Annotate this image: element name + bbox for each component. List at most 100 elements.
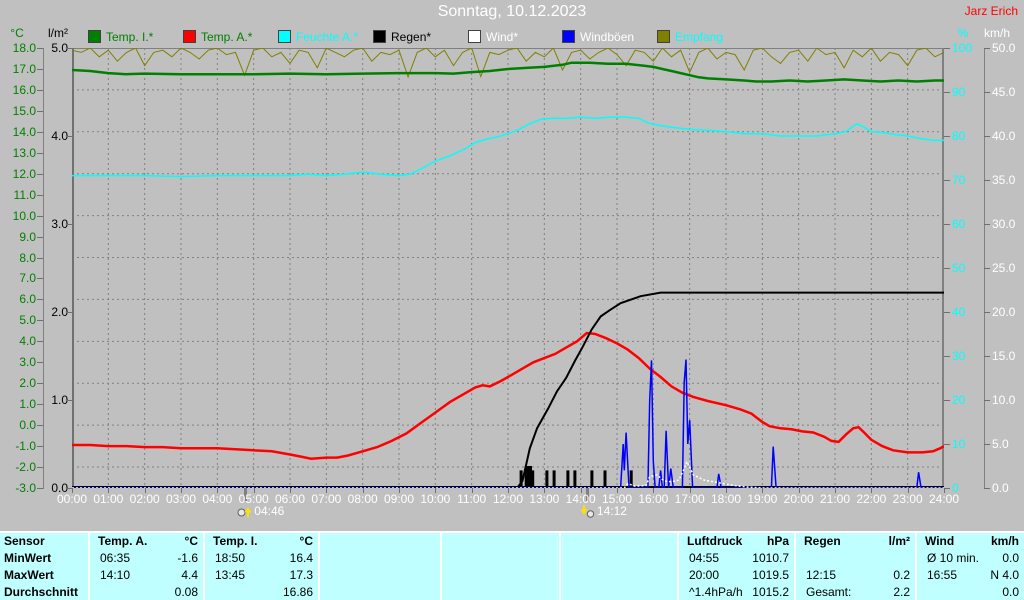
table-cell-row2-time: 20:00 bbox=[689, 567, 719, 584]
legend-item-5: Wind* bbox=[468, 30, 518, 43]
pct-tick-label: 10 bbox=[952, 438, 978, 450]
rain-bar bbox=[520, 470, 523, 487]
degc-tick-label: 2.0 bbox=[0, 377, 36, 389]
kmh-tick-label: 35.0 bbox=[992, 174, 1022, 186]
legend-item-4: Regen* bbox=[373, 30, 431, 43]
degc-tick-label: -1.0 bbox=[0, 440, 36, 452]
pct-tick-label-tick bbox=[944, 312, 950, 313]
time-tick-label: 00:00 bbox=[53, 492, 91, 506]
degc-tick-label: 7.0 bbox=[0, 272, 36, 284]
legend-swatch bbox=[562, 30, 575, 43]
pct-tick-label: 30 bbox=[952, 350, 978, 362]
degc-tick-label-tick bbox=[37, 425, 43, 426]
table-cell-row3 bbox=[561, 584, 677, 600]
time-tick-label: 06:00 bbox=[271, 492, 309, 506]
kmh-tick-label-tick bbox=[984, 224, 990, 225]
table-cell-row1-time: Ø 10 min. bbox=[927, 550, 979, 567]
table-cell-row1-time: 04:55 bbox=[689, 550, 719, 567]
pct-tick-label: 100 bbox=[952, 42, 978, 54]
legend-swatch bbox=[183, 30, 196, 43]
table-header-cell bbox=[442, 533, 559, 550]
table-header-cell-time: Temp. A. bbox=[98, 533, 147, 550]
table-cell-row1-time: 06:35 bbox=[100, 550, 130, 567]
time-tick bbox=[145, 488, 146, 493]
rain-bar bbox=[531, 470, 534, 487]
time-tick bbox=[217, 488, 218, 493]
time-tick bbox=[581, 488, 582, 493]
legend-swatch bbox=[468, 30, 481, 43]
time-tick-label: 05:00 bbox=[235, 492, 273, 506]
kmh-tick-label-tick bbox=[984, 180, 990, 181]
table-cell-row1 bbox=[442, 550, 559, 567]
kmh-tick-label: 10.0 bbox=[992, 394, 1022, 406]
table-header-cell-value: hPa bbox=[767, 533, 789, 550]
time-tick bbox=[908, 488, 909, 493]
table-cell-row3: ^1.4hPa/h 1015.2 bbox=[679, 584, 794, 600]
table-cell-row3-value: 1015.2 bbox=[752, 584, 789, 600]
lm2-tick-label: 2.0 bbox=[38, 306, 68, 318]
table-cell-row2-time: 16:55 bbox=[927, 567, 957, 584]
rain-bar bbox=[545, 470, 548, 487]
table-header-cell: Temp. I.°C bbox=[205, 533, 318, 550]
table-sensor-column: Temp. A.°C06:35-1.614:104.40.08 bbox=[88, 533, 203, 600]
kmh-tick-label-tick bbox=[984, 400, 990, 401]
time-tick bbox=[799, 488, 800, 493]
table-cell-row2: 13:4517.3 bbox=[205, 567, 318, 584]
table-cell-row1 bbox=[796, 550, 915, 567]
table-sensor-column: Windkm/hØ 10 min.0.016:55N 4.00.0 bbox=[915, 533, 1024, 600]
time-tick bbox=[508, 488, 509, 493]
chart-plot-area[interactable] bbox=[72, 48, 944, 488]
pct-tick-label: 90 bbox=[952, 86, 978, 98]
degc-tick-label-tick bbox=[37, 90, 43, 91]
time-tick bbox=[290, 488, 291, 493]
table-cell-row3 bbox=[320, 584, 440, 600]
axis-unit-percent: % bbox=[950, 26, 976, 40]
table-cell-row2-value: N 4.0 bbox=[990, 567, 1019, 584]
table-cell-row2 bbox=[320, 567, 440, 584]
table-header-cell-time: Temp. I. bbox=[213, 533, 257, 550]
degc-tick-label-tick bbox=[37, 341, 43, 342]
table-row-label: MaxWert bbox=[0, 567, 88, 584]
pct-tick-label: 60 bbox=[952, 218, 978, 230]
degc-tick-label-tick bbox=[37, 446, 43, 447]
kmh-tick-label: 50.0 bbox=[992, 42, 1022, 54]
time-tick bbox=[435, 488, 436, 493]
degc-tick-label-tick bbox=[37, 383, 43, 384]
table-sensor-column bbox=[440, 533, 559, 600]
moonrise-marker: 04:46 bbox=[237, 504, 284, 518]
legend-swatch bbox=[373, 30, 386, 43]
kmh-tick-label: 20.0 bbox=[992, 306, 1022, 318]
table-cell-row1-value: 0.0 bbox=[1002, 550, 1019, 567]
legend-label: Wind* bbox=[486, 30, 518, 44]
degc-tick-label-tick bbox=[37, 278, 43, 279]
lm2-tick-label: 3.0 bbox=[38, 218, 68, 230]
table-cell-row3: Gesamt:2.2 bbox=[796, 584, 915, 600]
pct-tick-label-tick bbox=[944, 224, 950, 225]
table-cell-row1-value: 16.4 bbox=[290, 550, 313, 567]
pct-tick-label-tick bbox=[944, 180, 950, 181]
kmh-tick-label-tick bbox=[984, 268, 990, 269]
table-cell-row3: 0.08 bbox=[90, 584, 203, 600]
table-cell-row3: 0.0 bbox=[917, 584, 1024, 600]
time-tick-label: 15:00 bbox=[598, 492, 636, 506]
time-tick-label: 20:00 bbox=[780, 492, 818, 506]
lm2-tick-label-tick bbox=[66, 48, 72, 49]
rain-bar bbox=[590, 470, 593, 487]
weather-day-chart-screen: Sonntag, 10.12.2023 Jarz Erich °C l/m² %… bbox=[0, 0, 1024, 600]
table-sensor-column: Temp. I.°C18:5016.413:4517.316.86 bbox=[203, 533, 318, 600]
table-cell-row2-time: 13:45 bbox=[215, 567, 245, 584]
degc-tick-label: 9.0 bbox=[0, 231, 36, 243]
table-cell-row3-time: ^1.4hPa/h bbox=[689, 584, 743, 600]
time-tick-label: 01:00 bbox=[89, 492, 127, 506]
legend-swatch bbox=[88, 30, 101, 43]
time-tick bbox=[72, 488, 73, 493]
degc-tick-label: 4.0 bbox=[0, 335, 36, 347]
table-cell-row2: 20:001019.5 bbox=[679, 567, 794, 584]
table-header-cell: Temp. A.°C bbox=[90, 533, 203, 550]
time-tick bbox=[254, 488, 255, 493]
moonset-icon bbox=[580, 504, 595, 518]
axis-unit-degc: °C bbox=[0, 26, 34, 40]
moonset-marker: 14:12 bbox=[580, 504, 627, 518]
kmh-tick-label: 40.0 bbox=[992, 130, 1022, 142]
legend-label: Temp. A.* bbox=[201, 30, 252, 44]
